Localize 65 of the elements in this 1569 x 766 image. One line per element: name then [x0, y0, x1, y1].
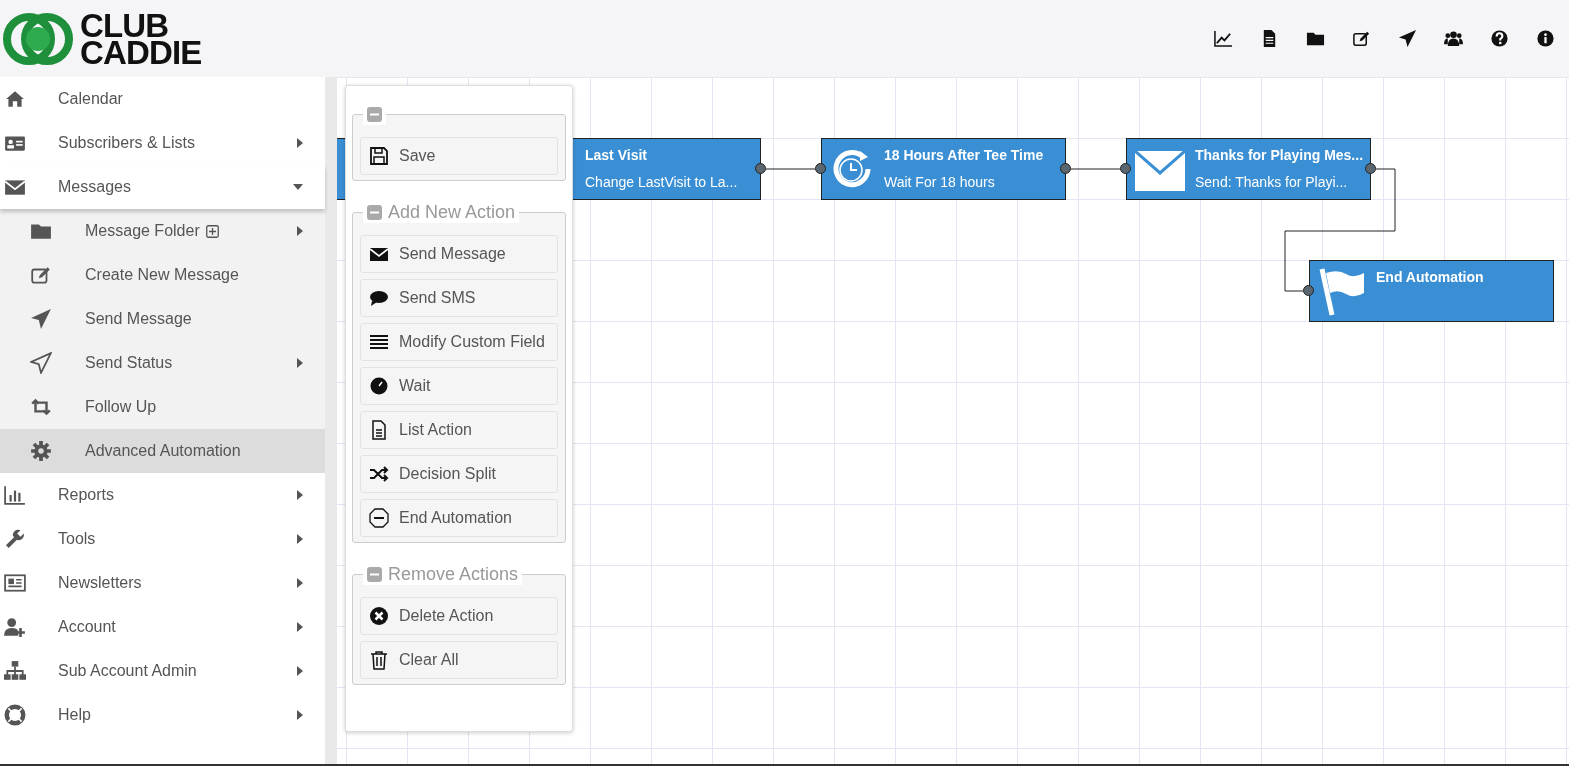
submenu-item[interactable]: Message Folder	[0, 209, 325, 253]
logo-rings-icon	[2, 11, 74, 66]
connection-port[interactable]	[755, 163, 766, 174]
file-icon	[369, 420, 389, 440]
shuffle-icon	[369, 464, 389, 484]
sitemap-icon	[4, 660, 26, 682]
connection-port[interactable]	[1365, 163, 1376, 174]
group-title: Add New Action	[388, 200, 516, 224]
connector-line	[1070, 168, 1121, 170]
submenu-item[interactable]: Create New Message	[0, 253, 325, 297]
action-button[interactable]: End Automation	[360, 499, 558, 537]
lines-icon	[369, 332, 389, 352]
trash-icon	[369, 650, 389, 670]
connection-port[interactable]	[1060, 163, 1071, 174]
settings-icon	[30, 440, 52, 462]
submenu-item[interactable]: Send Status	[0, 341, 325, 385]
help-button[interactable]	[1489, 28, 1509, 49]
info-button[interactable]	[1535, 28, 1555, 49]
action-button[interactable]: Send SMS	[360, 279, 558, 317]
node-title: End Automation	[1376, 268, 1484, 287]
connection-port[interactable]	[1120, 163, 1131, 174]
connection-port[interactable]	[815, 163, 826, 174]
save-icon	[369, 146, 389, 166]
send-button[interactable]	[1397, 28, 1417, 49]
action-button[interactable]: Clear All	[360, 641, 558, 679]
wrench-icon	[4, 528, 26, 550]
repeat-arrows-icon	[30, 396, 52, 418]
logo-text: CADDIE	[80, 38, 202, 66]
connection-port[interactable]	[1303, 285, 1314, 296]
action-button[interactable]: List Action	[360, 411, 558, 449]
chart-button[interactable]	[1213, 28, 1233, 49]
connector-line	[765, 168, 816, 170]
action-button[interactable]: Delete Action	[360, 597, 558, 635]
submenu-item[interactable]: Advanced Automation	[0, 429, 325, 473]
paper-plane-outline-icon	[30, 352, 52, 374]
action-button[interactable]: Decision Split	[360, 455, 558, 493]
group-title: Remove Actions	[388, 562, 519, 586]
users-button[interactable]	[1443, 28, 1463, 49]
action-button[interactable]: Save	[360, 137, 558, 175]
node-subtitle: Change LastVisit to La...	[585, 173, 738, 192]
node-title: Thanks for Playing Mes...	[1195, 146, 1364, 165]
action-button[interactable]: Modify Custom Field	[360, 323, 558, 361]
edit-icon	[30, 264, 52, 286]
add-user-icon	[4, 616, 26, 638]
sidebar-item[interactable]: Messages	[0, 165, 325, 209]
envelope-icon	[1135, 151, 1185, 191]
newspaper-icon	[4, 572, 26, 594]
submenu-item[interactable]: Send Message	[0, 297, 325, 341]
action-button[interactable]: Wait	[360, 367, 558, 405]
node-subtitle: Wait For 18 hours	[884, 173, 996, 192]
clock-icon	[369, 376, 389, 396]
paper-plane-icon	[30, 308, 52, 330]
node-title: Last Visit	[585, 146, 648, 165]
delete-circle-icon	[369, 606, 389, 626]
action-button[interactable]: Send Message	[360, 235, 558, 273]
stop-sign-icon	[369, 508, 389, 528]
submenu-item[interactable]: Follow Up	[0, 385, 325, 429]
bar-chart-icon	[4, 484, 26, 506]
flag-icon	[1318, 267, 1366, 317]
speech-bubble-icon	[369, 288, 389, 308]
node-subtitle: Send: Thanks for Playi...	[1195, 173, 1349, 192]
workflow-node-edge	[337, 138, 345, 200]
life-ring-icon	[4, 704, 26, 726]
logo-text: CLUB	[80, 11, 169, 39]
node-title: 18 Hours After Tee Time	[884, 146, 1044, 165]
